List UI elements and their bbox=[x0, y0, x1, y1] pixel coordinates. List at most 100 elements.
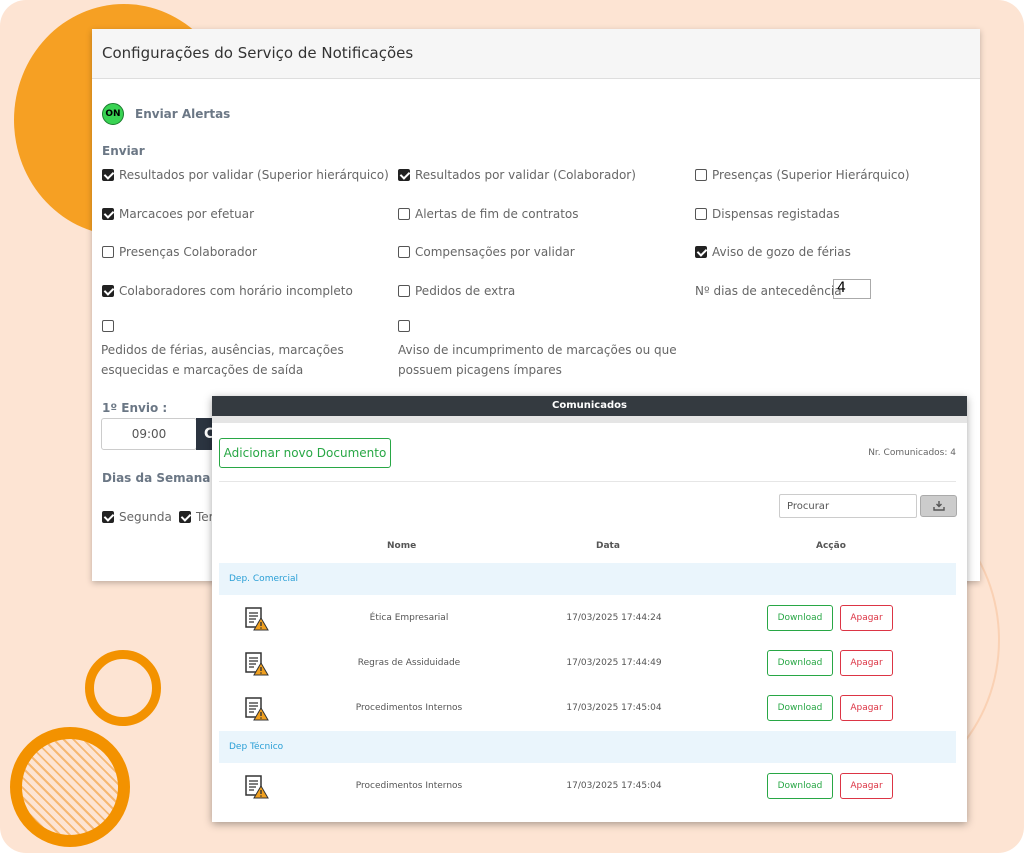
option-label: Compensações por validar bbox=[415, 245, 575, 259]
table-row: Regras de Assiduidade 17/03/2025 17:44:4… bbox=[219, 643, 956, 683]
table-row: Procedimentos Internos 17/03/2025 17:45:… bbox=[219, 688, 956, 728]
option-label: Colaboradores com horário incompleto bbox=[119, 284, 353, 298]
option-pedidos-ferias-label: Pedidos de férias, ausências, marcações … bbox=[101, 340, 344, 380]
option-horario-incompleto[interactable]: Colaboradores com horário incompleto bbox=[102, 284, 353, 298]
option-label: Resultados por validar (Superior hierárq… bbox=[119, 168, 389, 182]
doc-date: 17/03/2025 17:45:04 bbox=[566, 781, 662, 791]
modal-title: Comunicados bbox=[212, 396, 967, 416]
download-button[interactable]: Download bbox=[767, 650, 833, 676]
option-label-line: possuem picagens ímpares bbox=[398, 363, 562, 377]
option-aviso-gozo-ferias[interactable]: Aviso de gozo de férias bbox=[695, 245, 851, 259]
checkbox[interactable] bbox=[398, 208, 410, 220]
download-button[interactable]: Download bbox=[767, 773, 833, 799]
checkbox[interactable] bbox=[102, 246, 114, 258]
download-tray-icon bbox=[932, 501, 945, 511]
table-row: Procedimentos Internos 17/03/2025 17:45:… bbox=[219, 766, 956, 806]
checkbox-checked[interactable] bbox=[398, 169, 410, 181]
checkbox[interactable] bbox=[102, 320, 114, 332]
option-incumprimento-label: Aviso de incumprimento de marcações ou q… bbox=[398, 340, 677, 380]
weekday-monday[interactable]: Segunda bbox=[102, 510, 172, 524]
doc-name: Ética Empresarial bbox=[369, 613, 449, 623]
document-warning-icon bbox=[245, 697, 269, 721]
weekday-label: Segunda bbox=[119, 510, 172, 524]
document-warning-icon bbox=[245, 607, 269, 631]
option-label: Resultados por validar (Colaborador) bbox=[415, 168, 636, 182]
option-label: Pedidos de extra bbox=[415, 284, 516, 298]
document-warning-icon bbox=[245, 775, 269, 799]
option-incumprimento[interactable] bbox=[398, 320, 415, 332]
option-label-line: Aviso de incumprimento de marcações ou q… bbox=[398, 343, 677, 357]
option-pedidos-ferias[interactable] bbox=[102, 320, 119, 332]
first-send-label: 1º Envio : bbox=[102, 401, 168, 415]
checkbox-checked[interactable] bbox=[102, 169, 114, 181]
option-dispensas-registadas[interactable]: Dispensas registadas bbox=[695, 207, 840, 221]
checkbox-checked[interactable] bbox=[695, 246, 707, 258]
group-header: Dep Técnico bbox=[219, 731, 956, 763]
days-ahead-label: Nº dias de antecedência bbox=[695, 284, 842, 298]
option-label: Aviso de gozo de férias bbox=[712, 245, 851, 259]
weekday-tuesday[interactable]: Ter bbox=[179, 510, 214, 524]
download-button[interactable]: Download bbox=[767, 605, 833, 631]
add-document-button[interactable]: Adicionar novo Documento bbox=[219, 438, 391, 468]
column-header-data: Data bbox=[596, 541, 620, 551]
decorative-ring-hatched bbox=[10, 727, 130, 847]
column-header-accao: Acção bbox=[816, 541, 846, 551]
alerts-toggle[interactable]: ON bbox=[102, 103, 124, 125]
doc-name: Regras de Assiduidade bbox=[357, 658, 461, 668]
option-marcacoes-por-efetuar[interactable]: Marcacoes por efetuar bbox=[102, 207, 254, 221]
comunicados-count: Nr. Comunicados: 4 bbox=[868, 448, 956, 458]
delete-button[interactable]: Apagar bbox=[840, 695, 893, 721]
checkbox-checked[interactable] bbox=[179, 511, 191, 523]
checkbox-checked[interactable] bbox=[102, 285, 114, 297]
alerts-toggle-label: Enviar Alertas bbox=[135, 107, 231, 121]
doc-date: 17/03/2025 17:44:49 bbox=[566, 658, 662, 668]
option-presencas-colaborador[interactable]: Presenças Colaborador bbox=[102, 245, 257, 259]
option-results-colaborador[interactable]: Resultados por validar (Colaborador) bbox=[398, 168, 636, 182]
table-row: Ética Empresarial 17/03/2025 17:44:24 Do… bbox=[219, 598, 956, 638]
option-label: Marcacoes por efetuar bbox=[119, 207, 255, 221]
checkbox[interactable] bbox=[398, 246, 410, 258]
document-warning-icon bbox=[245, 652, 269, 676]
checkbox[interactable] bbox=[695, 208, 707, 220]
option-presencas-superior[interactable]: Presenças (Superior Hierárquico) bbox=[695, 168, 910, 182]
option-compensacoes[interactable]: Compensações por validar bbox=[398, 245, 575, 259]
checkbox-checked[interactable] bbox=[102, 208, 114, 220]
first-send-time-input[interactable]: 09:00 bbox=[101, 418, 197, 450]
comunicados-modal: Comunicados Adicionar novo Documento Nr.… bbox=[212, 396, 967, 822]
option-label: Presenças Colaborador bbox=[119, 245, 257, 259]
checkbox[interactable] bbox=[398, 285, 410, 297]
checkbox-checked[interactable] bbox=[102, 511, 114, 523]
search-input[interactable]: Procurar bbox=[779, 494, 917, 518]
weekday-label: Ter bbox=[196, 510, 214, 524]
page-background: Configurações do Serviço de Notificações… bbox=[0, 0, 1024, 853]
checkbox[interactable] bbox=[695, 169, 707, 181]
divider bbox=[219, 481, 956, 482]
group-header: Dep. Comercial bbox=[219, 563, 956, 595]
option-label-line: Pedidos de férias, ausências, marcações bbox=[101, 343, 344, 357]
alerts-toggle-row: ON Enviar Alertas bbox=[102, 103, 230, 125]
decorative-ring-small bbox=[85, 650, 161, 726]
delete-button[interactable]: Apagar bbox=[840, 650, 893, 676]
download-button[interactable]: Download bbox=[767, 695, 833, 721]
option-label: Presenças (Superior Hierárquico) bbox=[712, 168, 910, 182]
delete-button[interactable]: Apagar bbox=[840, 605, 893, 631]
doc-name: Procedimentos Internos bbox=[355, 703, 463, 713]
option-label-line: esquecidas e marcações de saída bbox=[101, 363, 304, 377]
column-header-nome: Nome bbox=[387, 541, 417, 551]
delete-button[interactable]: Apagar bbox=[840, 773, 893, 799]
option-label: Alertas de fim de contratos bbox=[415, 207, 579, 221]
doc-date: 17/03/2025 17:44:24 bbox=[566, 613, 662, 623]
doc-name: Procedimentos Internos bbox=[355, 781, 463, 791]
export-button[interactable] bbox=[920, 495, 957, 517]
option-alertas-fim-contratos[interactable]: Alertas de fim de contratos bbox=[398, 207, 579, 221]
modal-subbar bbox=[212, 416, 967, 423]
option-results-superior[interactable]: Resultados por validar (Superior hierárq… bbox=[102, 168, 389, 182]
option-label: Dispensas registadas bbox=[712, 207, 840, 221]
option-pedidos-extra[interactable]: Pedidos de extra bbox=[398, 284, 515, 298]
panel-title: Configurações do Serviço de Notificações bbox=[92, 29, 980, 79]
weekdays-label: Dias da Semana bbox=[102, 471, 211, 485]
doc-date: 17/03/2025 17:45:04 bbox=[566, 703, 662, 713]
send-heading: Enviar bbox=[102, 144, 145, 158]
checkbox[interactable] bbox=[398, 320, 410, 332]
days-ahead-input[interactable]: 4 bbox=[833, 279, 871, 299]
